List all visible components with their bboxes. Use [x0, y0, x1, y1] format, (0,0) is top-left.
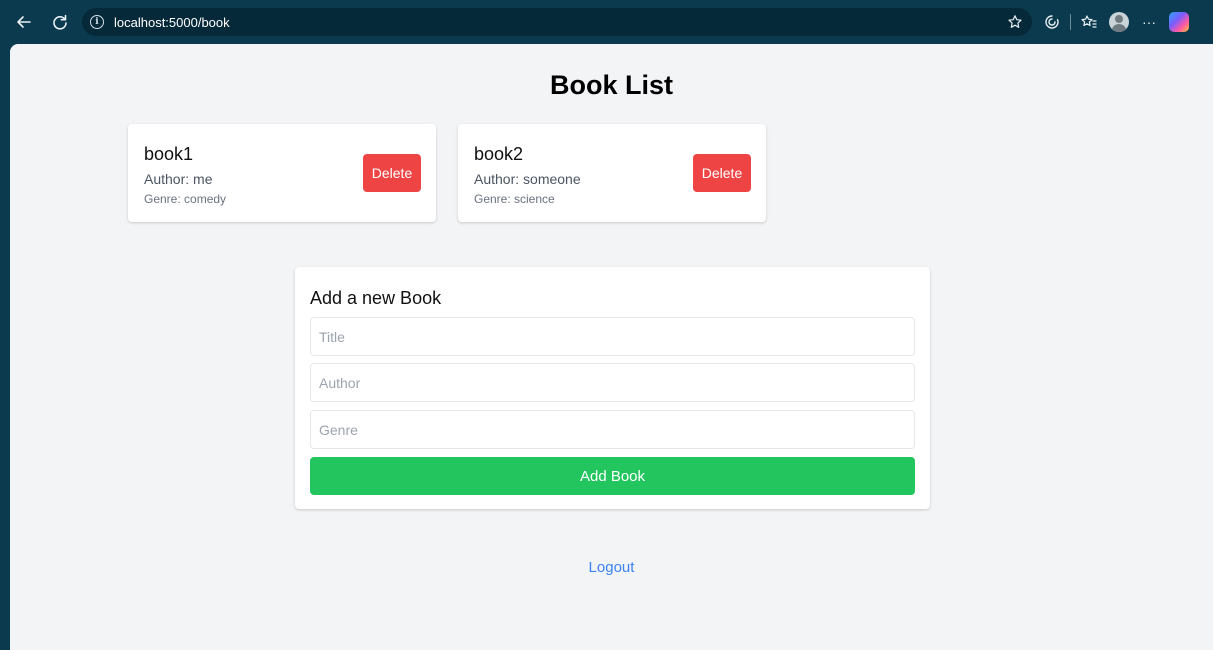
info-icon[interactable]: i: [90, 15, 104, 29]
refresh-icon[interactable]: [48, 10, 72, 34]
book-author: Author: someone: [474, 171, 581, 187]
profile-button[interactable]: [1107, 10, 1131, 34]
delete-button[interactable]: Delete: [693, 154, 751, 192]
star-icon[interactable]: [1004, 11, 1026, 33]
page-viewport: Book List book1 Author: me Genre: comedy…: [10, 44, 1213, 650]
book-author: Author: me: [144, 171, 213, 187]
back-arrow-icon[interactable]: [12, 10, 36, 34]
author-input[interactable]: [310, 363, 915, 402]
address-bar[interactable]: i localhost:5000/book: [82, 8, 1032, 36]
book-card: book1 Author: me Genre: comedy Delete: [128, 124, 436, 222]
favorites-icon[interactable]: [1077, 10, 1101, 34]
book-card: book2 Author: someone Genre: science Del…: [458, 124, 766, 222]
page-title: Book List: [549, 70, 673, 100]
browser-toolbar: i localhost:5000/book ···: [0, 0, 1213, 44]
book-title: book1: [144, 144, 194, 164]
add-book-form: Add a new Book Add Book: [295, 267, 930, 509]
copilot-icon: [1169, 12, 1189, 32]
book-genre: Genre: science: [474, 192, 555, 206]
copilot-button[interactable]: [1167, 10, 1191, 34]
more-icon[interactable]: ···: [1137, 10, 1161, 34]
logout-link[interactable]: Logout: [10, 559, 1213, 576]
browser-essentials-icon[interactable]: [1040, 10, 1064, 34]
url-text[interactable]: localhost:5000/book: [114, 15, 230, 30]
toolbar-divider: [1070, 14, 1071, 30]
form-title: Add a new Book: [310, 288, 442, 308]
book-genre: Genre: comedy: [144, 192, 227, 206]
add-book-button[interactable]: Add Book: [310, 457, 915, 495]
book-title: book2: [474, 144, 524, 164]
profile-avatar: [1109, 12, 1129, 32]
genre-input[interactable]: [310, 410, 915, 449]
title-input[interactable]: [310, 317, 915, 356]
delete-button[interactable]: Delete: [363, 154, 421, 192]
